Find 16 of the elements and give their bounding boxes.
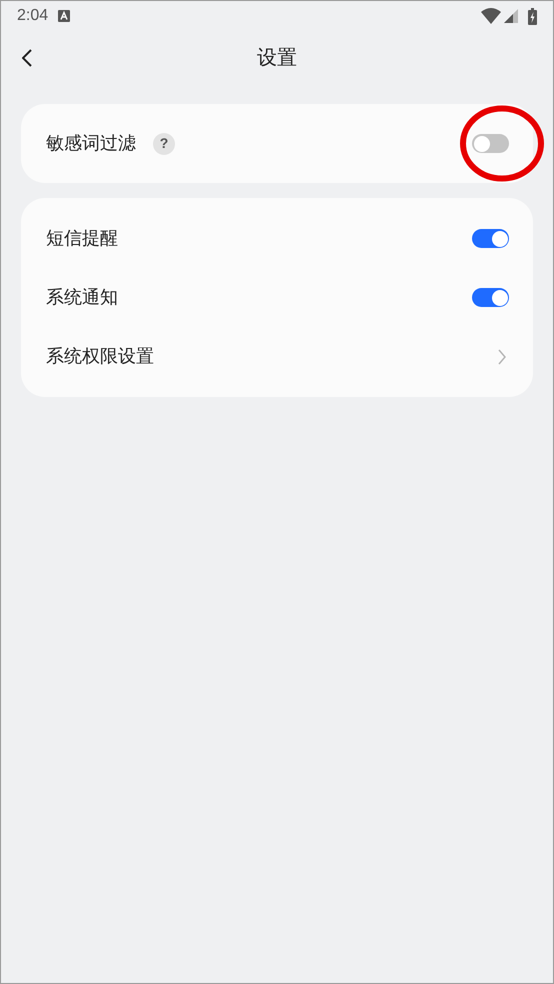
back-icon: [22, 49, 32, 67]
toggle-switch[interactable]: [472, 229, 509, 248]
chevron-right-icon: [498, 348, 506, 364]
status-time: 2:04: [17, 6, 48, 26]
toggle-switch[interactable]: [472, 134, 509, 153]
signal-icon: [504, 9, 518, 23]
battery-icon: [528, 8, 537, 24]
setting-label: 短信提醒: [46, 227, 118, 250]
setting-label: 系统通知: [46, 286, 118, 309]
toggle-switch[interactable]: [472, 288, 509, 307]
page-title: 设置: [257, 46, 297, 71]
setting-label: 敏感词过滤: [46, 132, 136, 155]
setting-label: 系统权限设置: [46, 345, 154, 368]
help-badge[interactable]: ?: [153, 132, 175, 154]
wifi-icon: [481, 8, 501, 24]
keyboard-app-icon: [58, 10, 70, 22]
